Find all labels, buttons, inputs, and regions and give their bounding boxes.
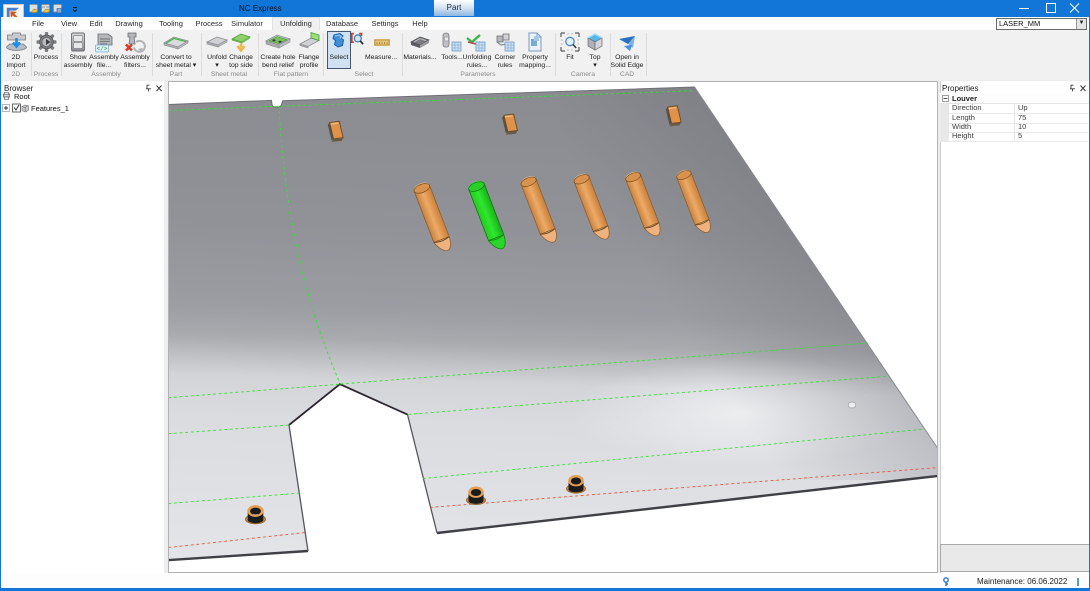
svg-text:Features_1: Features_1 bbox=[31, 104, 69, 113]
svg-text:</>: </> bbox=[97, 46, 108, 53]
svg-text:Root: Root bbox=[14, 92, 31, 101]
